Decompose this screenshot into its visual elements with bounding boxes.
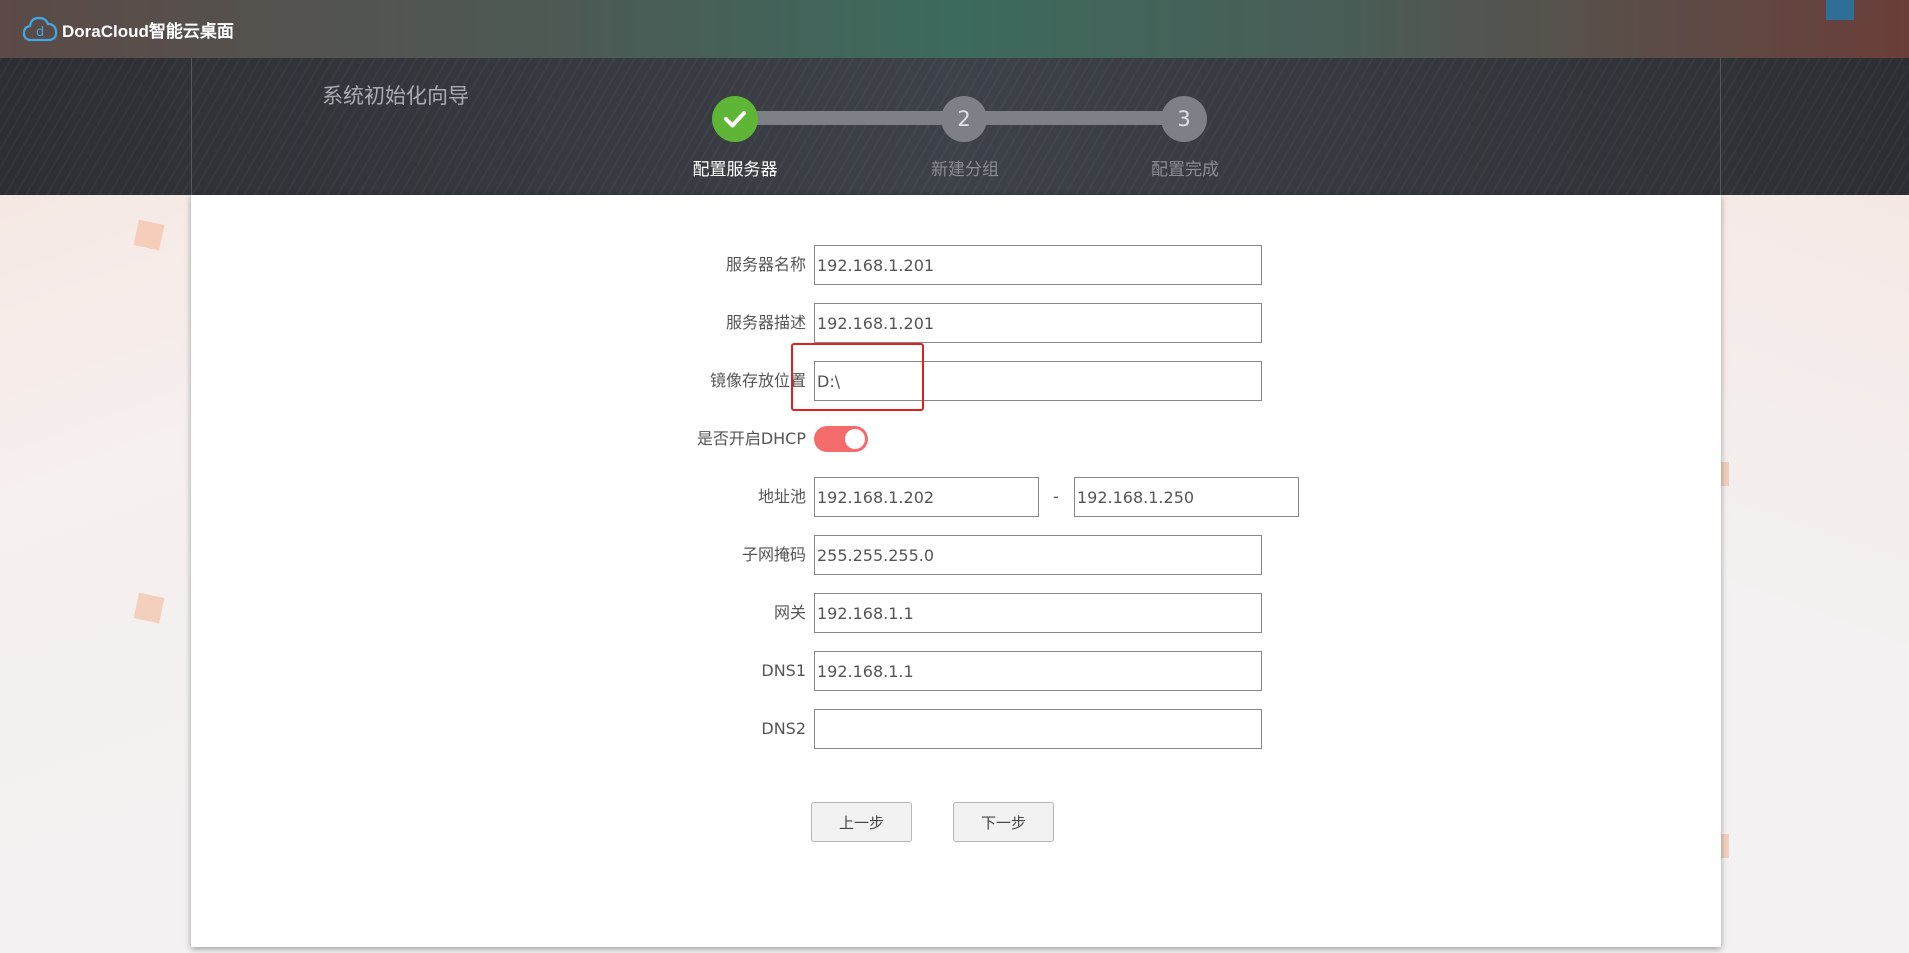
app-title: DoraCloud智能云桌面 xyxy=(62,21,234,41)
gateway-row: 网关 xyxy=(191,593,1721,633)
subnet-mask-label: 子网掩码 xyxy=(741,545,806,564)
dns1-label: DNS1 xyxy=(761,661,806,680)
svg-text:d: d xyxy=(36,25,44,40)
dns1-row: DNS1 xyxy=(191,651,1721,691)
server-name-label: 服务器名称 xyxy=(725,255,806,274)
gateway-label: 网关 xyxy=(773,603,806,622)
toggle-knob xyxy=(845,429,865,449)
server-desc-label: 服务器描述 xyxy=(725,313,806,332)
dns2-input[interactable] xyxy=(814,709,1262,749)
dhcp-toggle[interactable] xyxy=(814,426,868,452)
decorative-square xyxy=(133,219,165,251)
cloud-logo-icon: d xyxy=(22,16,58,42)
server-desc-input[interactable] xyxy=(814,303,1262,343)
address-pool-row: 地址池 - xyxy=(191,477,1721,517)
decorative-square xyxy=(1721,462,1729,486)
image-path-input[interactable] xyxy=(814,361,1262,401)
dhcp-label: 是否开启DHCP xyxy=(696,429,806,448)
image-path-label: 镜像存放位置 xyxy=(709,371,806,390)
server-name-row: 服务器名称 xyxy=(191,245,1721,285)
next-step-button[interactable]: 下一步 xyxy=(953,802,1054,842)
gateway-input[interactable] xyxy=(814,593,1262,633)
server-name-input[interactable] xyxy=(814,245,1262,285)
dhcp-row: 是否开启DHCP xyxy=(191,419,1721,459)
subnet-mask-row: 子网掩码 xyxy=(191,535,1721,575)
panel-frame xyxy=(191,58,1721,195)
address-pool-separator: - xyxy=(1053,487,1059,506)
server-desc-row: 服务器描述 xyxy=(191,303,1721,343)
top-bar: d DoraCloud智能云桌面 xyxy=(0,0,1909,58)
corner-decoration xyxy=(1826,0,1854,20)
subnet-mask-input[interactable] xyxy=(814,535,1262,575)
app-logo[interactable]: d DoraCloud智能云桌面 xyxy=(22,14,234,44)
dns1-input[interactable] xyxy=(814,651,1262,691)
address-pool-end-input[interactable] xyxy=(1074,477,1299,517)
image-path-row: 镜像存放位置 xyxy=(191,361,1721,401)
decorative-square xyxy=(133,592,165,624)
address-pool-label: 地址池 xyxy=(757,487,806,506)
decorative-square xyxy=(1721,834,1729,858)
dns2-label: DNS2 xyxy=(761,719,806,738)
prev-step-button[interactable]: 上一步 xyxy=(811,802,912,842)
dns2-row: DNS2 xyxy=(191,709,1721,749)
address-pool-start-input[interactable] xyxy=(814,477,1039,517)
form-panel: 服务器名称 服务器描述 镜像存放位置 是否开启DHCP 地址池 - 子网掩码 网… xyxy=(191,195,1721,947)
